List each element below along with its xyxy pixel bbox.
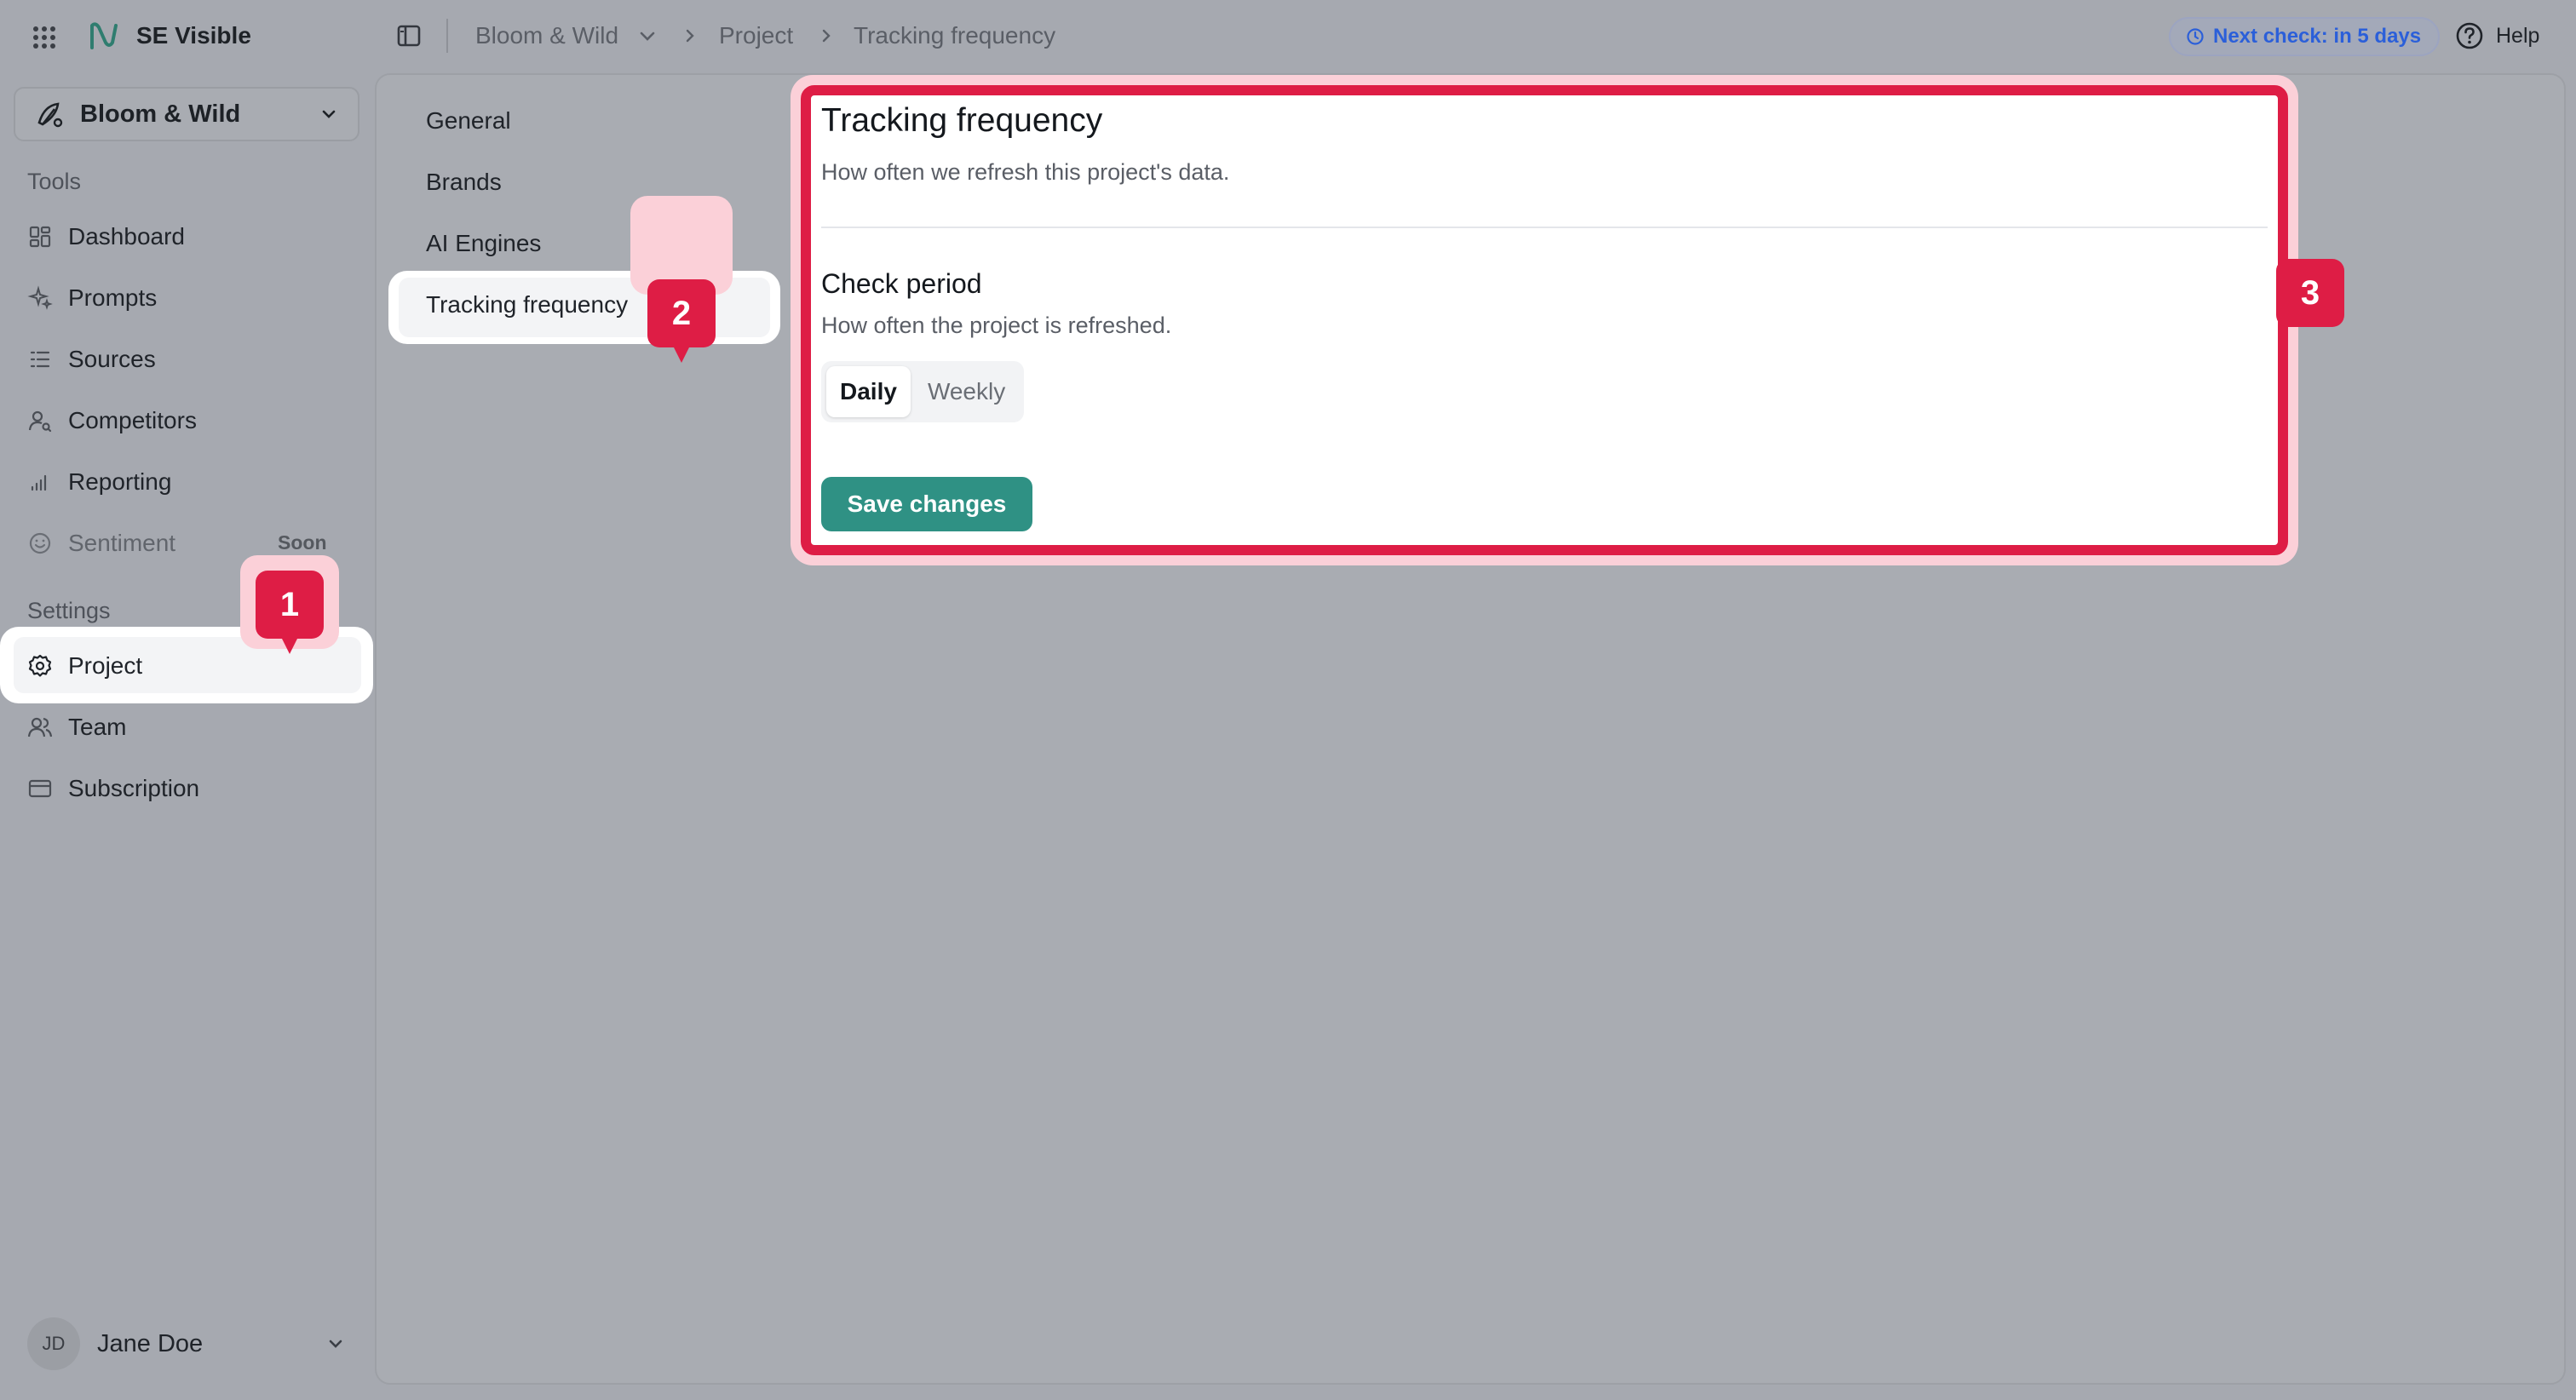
save-changes-button[interactable]: Save changes [821, 477, 1032, 531]
help-circle-icon [2456, 22, 2483, 49]
sidebar-item-sources[interactable]: Sources [27, 341, 156, 378]
sidebar-item-competitors[interactable]: Competitors [27, 402, 197, 439]
annotation-badge-3: 3 [2276, 259, 2344, 327]
project-selector-label: Bloom & Wild [80, 100, 241, 128]
sidebar-item-label: Competitors [68, 407, 197, 433]
badge-number: 1 [279, 585, 300, 623]
next-check-label: Next check: in 5 days [2213, 25, 2422, 48]
apps-grid-icon[interactable] [29, 22, 60, 53]
chevron-right-icon [678, 24, 702, 48]
user-menu[interactable]: JD Jane Doe [27, 1317, 348, 1370]
option-daily[interactable]: Daily [826, 366, 911, 417]
chevron-down-icon[interactable] [635, 24, 659, 48]
breadcrumb-label: Bloom & Wild [475, 22, 619, 49]
card-subtitle: How often we refresh this project's data… [821, 159, 1230, 185]
next-check-badge[interactable]: Next check: in 5 days [2169, 17, 2441, 56]
check-period-toggle: Daily Weekly [821, 361, 1025, 422]
smile-icon [29, 532, 51, 554]
subnav-item-brands[interactable]: Brands [426, 165, 502, 199]
check-period-title: Check period [821, 268, 982, 299]
help-label: Help [2496, 23, 2540, 48]
breadcrumb-project[interactable]: Project [719, 20, 793, 51]
user-search-icon [28, 410, 52, 433]
project-selector[interactable]: Bloom & Wild [14, 87, 359, 141]
subnav-item-general[interactable]: General [426, 104, 511, 138]
card-title: Tracking frequency [821, 102, 1103, 139]
dashboard-icon [29, 226, 51, 248]
sidebar-item-project[interactable]: Project [27, 647, 142, 685]
divider [821, 227, 2268, 228]
tools-section-label: Tools [27, 169, 82, 194]
sidebar-item-prompts[interactable]: Prompts [27, 279, 157, 317]
badge-pointer [673, 346, 690, 363]
settings-section-label: Settings [27, 598, 111, 623]
list-icon [30, 351, 50, 368]
sidebar-item-reporting[interactable]: Reporting [27, 463, 171, 501]
soon-badge: Soon [278, 531, 327, 554]
sidebar-item-dashboard[interactable]: Dashboard [27, 218, 185, 255]
sidebar-item-label: Sentiment [68, 530, 176, 556]
breadcrumb-current: Tracking frequency [854, 22, 1056, 49]
subnav-item-ai-engines[interactable]: AI Engines [426, 227, 541, 261]
divider [446, 19, 448, 53]
flower-logo-icon [37, 102, 63, 128]
avatar: JD [27, 1317, 80, 1370]
gear-icon [28, 654, 52, 677]
breadcrumb-project-switcher[interactable]: Bloom & Wild [475, 20, 618, 51]
sidebar-item-label: Project [68, 652, 143, 679]
sidebar-item-sentiment: Sentiment [27, 525, 175, 562]
annotation-badge-2: 2 [647, 279, 716, 363]
sidebar-toggle-icon[interactable] [394, 20, 424, 51]
sparkles-icon [27, 285, 53, 310]
app-name: SE Visible [136, 22, 251, 49]
sidebar-item-subscription[interactable]: Subscription [27, 770, 199, 807]
sidebar-item-label: Prompts [68, 284, 158, 311]
bar-chart-icon [31, 474, 47, 491]
subnav-item-tracking-frequency[interactable]: Tracking frequency [426, 288, 628, 322]
sidebar-item-team[interactable]: Team [27, 709, 126, 746]
top-bar: SE Visible Bloom & Wild Project Tracking… [0, 0, 2576, 72]
option-weekly[interactable]: Weekly [914, 366, 1019, 417]
chevron-down-icon [322, 110, 336, 118]
help-button[interactable]: Help [2455, 19, 2539, 53]
logo-icon [87, 19, 121, 53]
badge-number: 3 [2300, 273, 2320, 312]
sidebar-item-label: Dashboard [68, 223, 185, 250]
chevron-right-icon [814, 24, 838, 48]
annotation-badge-1: 1 [256, 571, 324, 654]
clock-icon [2187, 28, 2204, 45]
badge-pointer [281, 637, 298, 654]
sidebar-item-label: Reporting [68, 468, 172, 495]
sidebar-item-label: Subscription [68, 775, 200, 801]
badge-number: 2 [671, 294, 692, 332]
user-name: Jane Doe [97, 1329, 204, 1357]
credit-card-icon [28, 779, 52, 798]
chevron-down-icon [329, 1340, 342, 1348]
check-period-subtitle: How often the project is refreshed. [821, 313, 1172, 338]
users-icon [27, 717, 53, 737]
sidebar-item-label: Sources [68, 346, 156, 372]
sidebar-item-label: Team [68, 714, 127, 740]
